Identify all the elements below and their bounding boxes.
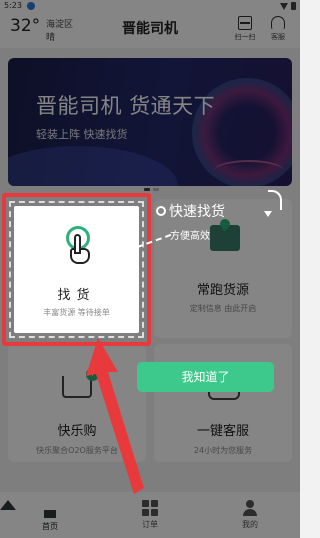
card-title: 找货: [57, 288, 96, 303]
curl-arrow-icon: [264, 190, 282, 217]
guide-tip-title: 快速找货: [156, 201, 225, 221]
got-it-button[interactable]: 我知道了: [137, 362, 274, 392]
find-goods-card[interactable]: 找货 丰富货源 等待接单: [14, 206, 139, 333]
guide-tip-subtitle: 方便高效: [170, 231, 210, 242]
card-subtitle: 丰富货源 等待接单: [43, 308, 110, 317]
search-icon: [156, 206, 166, 216]
tap-hand-icon: [60, 226, 94, 266]
